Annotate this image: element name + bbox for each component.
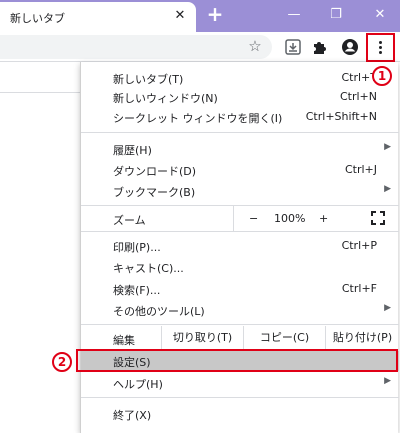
menu-separator (81, 324, 399, 325)
menu-item-label: キャスト(C)... (113, 262, 184, 275)
copy-button[interactable]: コピー(C) (243, 326, 325, 350)
menu-separator (81, 231, 399, 232)
tab-new-tab[interactable]: 新しいタブ ✕ (0, 2, 196, 32)
menu-item-incognito[interactable]: シークレット ウィンドウを開く(I) Ctrl+Shift+N (81, 107, 399, 127)
paste-button[interactable]: 貼り付け(P) (325, 326, 399, 350)
more-vertical-icon (379, 41, 382, 55)
fullscreen-icon[interactable] (371, 211, 385, 225)
zoom-level: 100% (274, 212, 306, 225)
edit-label: 編集 (113, 334, 135, 347)
shortcut-label: Ctrl+J (344, 163, 377, 176)
menu-separator (81, 397, 399, 398)
menu-item-help[interactable]: ヘルプ(H) ▶ (81, 373, 399, 393)
new-tab-button[interactable]: + (204, 4, 226, 26)
shortcut-label: Ctrl+F (341, 282, 377, 295)
shortcut-label: Ctrl+N (339, 90, 377, 103)
restore-button[interactable]: ❐ (322, 4, 350, 26)
menu-item-exit[interactable]: 終了(X) (81, 404, 399, 424)
menu-item-label: 検索(F)... (113, 284, 161, 297)
address-bar[interactable] (0, 35, 272, 59)
download-icon[interactable] (283, 37, 303, 57)
edit-row: 編集 切り取り(T) コピー(C) 貼り付け(P) (81, 326, 399, 350)
submenu-arrow-icon: ▶ (384, 184, 391, 194)
step-badge-2: 2 (52, 352, 72, 372)
zoom-in-button[interactable]: + (319, 212, 328, 225)
menu-item-history[interactable]: 履歴(H) ▶ (81, 139, 399, 159)
tab-title: 新しいタブ (10, 12, 65, 25)
bookmark-star-icon[interactable]: ☆ (246, 37, 264, 55)
step-badge-1: 1 (372, 66, 392, 86)
cut-button[interactable]: 切り取り(T) (161, 326, 243, 350)
zoom-label: ズーム (113, 214, 146, 227)
menu-item-label: 新しいウィンドウ(N) (113, 92, 218, 105)
menu-item-bookmarks[interactable]: ブックマーク(B) ▶ (81, 181, 399, 201)
menu-item-print[interactable]: 印刷(P)... Ctrl+P (81, 236, 399, 256)
menu-item-label: ヘルプ(H) (113, 378, 163, 391)
menu-item-more-tools[interactable]: その他のツール(L) ▶ (81, 300, 399, 320)
menu-item-label: シークレット ウィンドウを開く(I) (113, 112, 283, 125)
chrome-main-menu: 新しいタブ(T) Ctrl+T 新しいウィンドウ(N) Ctrl+N シークレッ… (80, 62, 399, 433)
menu-item-label: 終了(X) (113, 409, 152, 422)
menu-item-find[interactable]: 検索(F)... Ctrl+F (81, 279, 399, 299)
submenu-arrow-icon: ▶ (384, 376, 391, 386)
zoom-out-button[interactable]: − (249, 212, 258, 225)
menu-item-label: その他のツール(L) (113, 305, 205, 318)
chrome-menu-button[interactable] (366, 33, 395, 62)
window-close-button[interactable]: ✕ (366, 4, 394, 26)
submenu-arrow-icon: ▶ (384, 142, 391, 152)
menu-item-cast[interactable]: キャスト(C)... (81, 257, 399, 277)
profile-avatar-icon[interactable] (340, 37, 360, 57)
minimize-button[interactable]: — (280, 4, 308, 26)
menu-item-label: ダウンロード(D) (113, 165, 197, 178)
menu-item-new-tab[interactable]: 新しいタブ(T) Ctrl+T (81, 68, 399, 88)
menu-item-label: 履歴(H) (113, 144, 152, 157)
shortcut-label: Ctrl+P (341, 239, 377, 252)
menu-item-new-window[interactable]: 新しいウィンドウ(N) Ctrl+N (81, 87, 399, 107)
divider (0, 92, 80, 93)
submenu-arrow-icon: ▶ (384, 303, 391, 313)
menu-item-label: 新しいタブ(T) (113, 73, 184, 86)
extensions-puzzle-icon[interactable] (310, 37, 330, 57)
menu-separator (81, 132, 399, 133)
menu-item-label: ブックマーク(B) (113, 186, 196, 199)
settings-highlight-box (76, 349, 398, 372)
close-icon[interactable]: ✕ (172, 8, 188, 24)
shortcut-label: Ctrl+Shift+N (305, 110, 377, 123)
menu-item-label: 印刷(P)... (113, 241, 161, 254)
menu-item-downloads[interactable]: ダウンロード(D) Ctrl+J (81, 160, 399, 180)
